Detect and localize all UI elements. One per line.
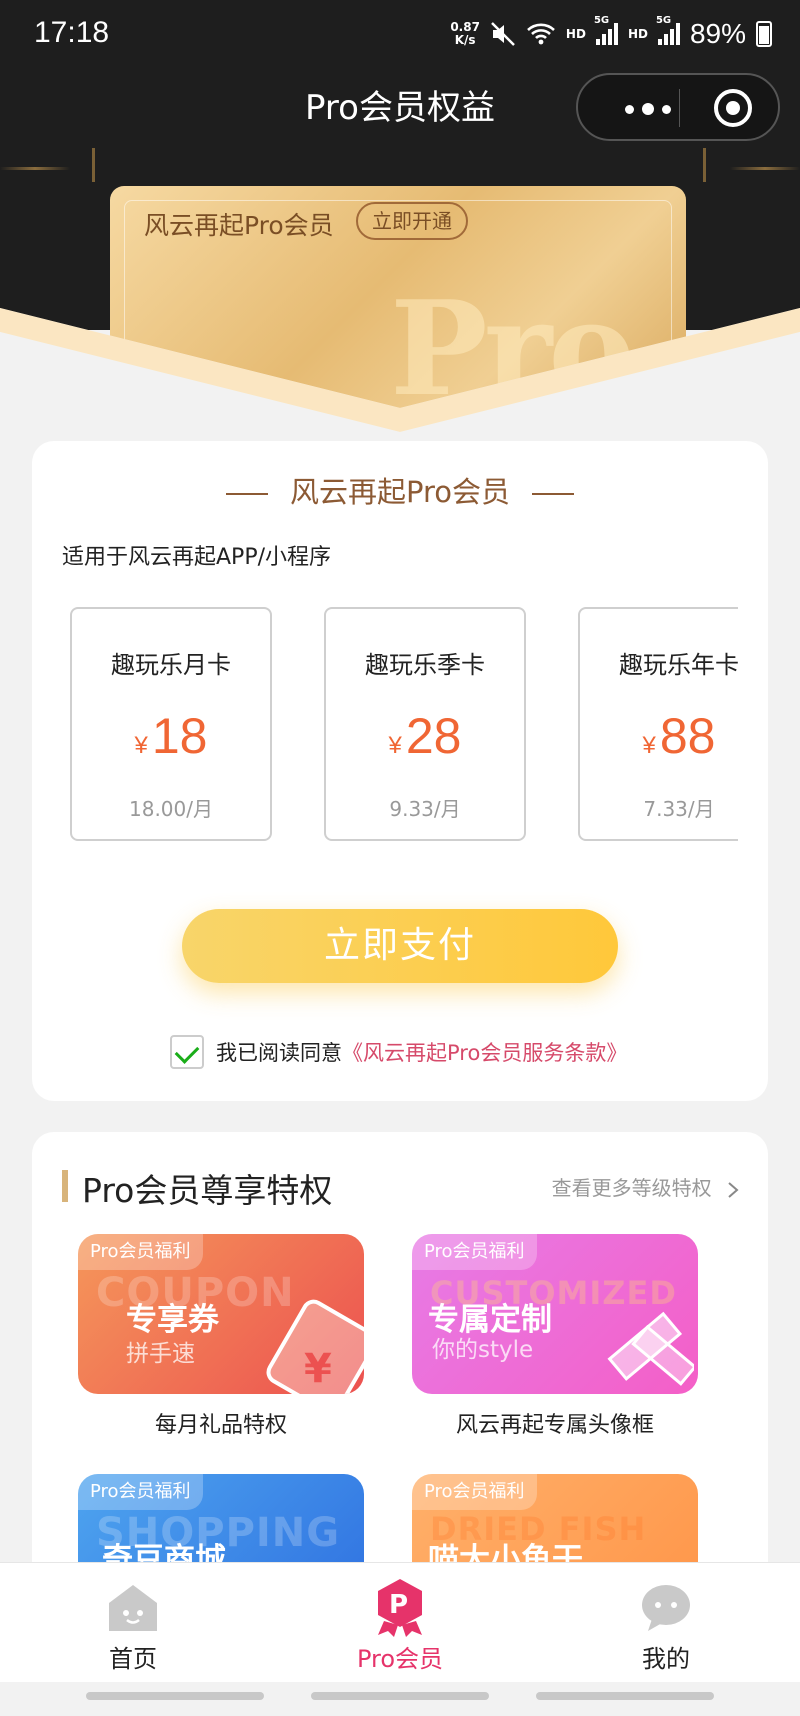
benefit-tag: Pro会员福利 <box>78 1234 203 1270</box>
more-privileges-link[interactable]: 查看更多等级特权 <box>552 1172 740 1201</box>
tab-label: Pro会员 <box>356 1645 444 1673</box>
decor-line-left <box>0 167 70 170</box>
benefit-card-customized[interactable]: CUSTOMIZED Pro会员福利 专属定制 你的style <box>412 1234 698 1394</box>
plan-per-month: 18.00/月 <box>129 797 213 821</box>
benefit-tag: Pro会员福利 <box>412 1234 537 1270</box>
plan-card-quarterly[interactable]: 趣玩乐季卡 ¥28 9.33/月 <box>324 607 526 841</box>
mini-program-capsule <box>576 73 780 141</box>
plan-name: 趣玩乐年卡 <box>619 651 738 679</box>
plan-name: 趣玩乐月卡 <box>111 651 231 679</box>
plan-price-value: 88 <box>659 708 716 764</box>
bottom-tab-bar: 首页 P Pro会员 我的 <box>0 1562 800 1682</box>
currency-symbol: ¥ <box>134 732 148 759</box>
pay-now-button[interactable]: 立即支付 <box>182 909 618 983</box>
agree-checkbox[interactable] <box>170 1035 204 1069</box>
signal-label-1: 5G <box>593 15 610 26</box>
gesture-bar-middle <box>311 1692 489 1700</box>
tab-label: 首页 <box>109 1645 157 1673</box>
plan-price: ¥88 <box>580 707 738 765</box>
more-menu-icon[interactable] <box>608 97 688 121</box>
decor-tick-right <box>703 148 706 182</box>
chevron-right-icon <box>728 1181 739 1198</box>
tab-pro-member[interactable]: P Pro会员 <box>320 1563 480 1683</box>
benefit-caption: 每月礼品特权 <box>154 1413 287 1438</box>
plan-name: 趣玩乐季卡 <box>365 651 485 679</box>
hd-badge-1: HD <box>565 27 586 41</box>
benefit-tag: Pro会员福利 <box>412 1474 537 1510</box>
plan-price: ¥18 <box>72 707 270 765</box>
plan-price-value: 18 <box>151 708 208 764</box>
gesture-bar-left <box>86 1692 264 1700</box>
benefit-title: 专享券 <box>126 1302 219 1338</box>
terms-agreement: 我已阅读同意 《风云再起Pro会员服务条款》 <box>170 1035 627 1069</box>
privileges-panel: Pro会员尊享特权 查看更多等级特权 COUPON Pro会员福利 专享券 拼手… <box>32 1132 768 1592</box>
membership-panel: 风云再起Pro会员 适用于风云再起APP/小程序 趣玩乐月卡 ¥18 18.00… <box>32 441 768 1101</box>
signal-icon-2: 5G <box>656 15 680 45</box>
hd-badge-2: HD <box>627 27 648 41</box>
ticket-icon: ¥ <box>266 1299 364 1394</box>
home-icon <box>109 1585 157 1631</box>
header-wave <box>0 308 800 450</box>
plan-price: ¥28 <box>326 707 524 765</box>
terms-link[interactable]: 《风云再起Pro会员服务条款》 <box>342 1037 627 1067</box>
net-speed: 0.87 K/s <box>450 21 480 47</box>
gesture-bar-right <box>536 1692 714 1700</box>
status-time: 17:18 <box>34 16 110 49</box>
plan-list[interactable]: 趣玩乐月卡 ¥18 18.00/月 趣玩乐季卡 ¥28 9.33/月 趣玩乐年卡… <box>70 607 738 843</box>
applies-to-text: 适用于风云再起APP/小程序 <box>62 545 331 570</box>
more-privileges-label: 查看更多等级特权 <box>551 1176 712 1200</box>
wifi-icon <box>527 23 555 45</box>
title-dash-right <box>532 493 574 495</box>
close-mini-program-icon[interactable] <box>714 89 752 127</box>
capsule-divider <box>679 89 680 127</box>
plan-card-monthly[interactable]: 趣玩乐月卡 ¥18 18.00/月 <box>70 607 272 841</box>
signal-icon-1: 5G <box>594 15 618 45</box>
benefit-tag: Pro会员福利 <box>78 1474 203 1510</box>
open-now-button[interactable]: 立即开通 <box>356 202 468 240</box>
membership-section-label: 风云再起Pro会员 <box>289 475 510 509</box>
privileges-title: Pro会员尊享特权 <box>62 1164 332 1212</box>
currency-symbol: ¥ <box>642 732 656 759</box>
benefit-subtitle: 你的style <box>432 1337 534 1363</box>
battery-icon <box>756 21 772 47</box>
plan-per-month: 9.33/月 <box>389 797 461 821</box>
svg-text:P: P <box>389 1590 408 1620</box>
title-dash-left <box>225 493 268 495</box>
net-speed-unit: K/s <box>454 33 476 47</box>
benefit-card-coupon[interactable]: COUPON Pro会员福利 专享券 拼手速 ¥ <box>78 1234 364 1394</box>
membership-section-title: 风云再起Pro会员 <box>32 469 768 511</box>
tab-label: 我的 <box>642 1645 690 1673</box>
plan-price-value: 28 <box>405 708 462 764</box>
plan-per-month: 7.33/月 <box>643 797 715 821</box>
pro-member-icon: P <box>378 1579 422 1637</box>
currency-symbol: ¥ <box>388 732 402 759</box>
status-bar: 17:18 0.87 K/s HD 5G HD 5G 89% <box>0 0 800 72</box>
tab-profile[interactable]: 我的 <box>586 1563 746 1683</box>
battery-percent: 89% <box>689 18 746 49</box>
signal-label-2: 5G <box>655 15 672 26</box>
svg-text:¥: ¥ <box>304 1346 332 1392</box>
ruler-pen-icon <box>607 1311 694 1386</box>
agree-text: 我已阅读同意 <box>216 1041 342 1065</box>
decor-tick-left <box>92 148 95 182</box>
status-icons: 0.87 K/s HD 5G HD 5G 89% <box>450 15 772 50</box>
profile-icon <box>642 1585 690 1631</box>
mute-icon <box>491 22 515 46</box>
card-title: 风云再起Pro会员 <box>144 211 334 240</box>
plan-card-yearly[interactable]: 趣玩乐年卡 ¥88 7.33/月 <box>578 607 738 841</box>
benefit-subtitle: 拼手速 <box>126 1341 195 1367</box>
benefit-caption: 风云再起专属头像框 <box>455 1413 654 1438</box>
tab-home[interactable]: 首页 <box>53 1563 213 1683</box>
decor-line-right <box>730 167 800 170</box>
